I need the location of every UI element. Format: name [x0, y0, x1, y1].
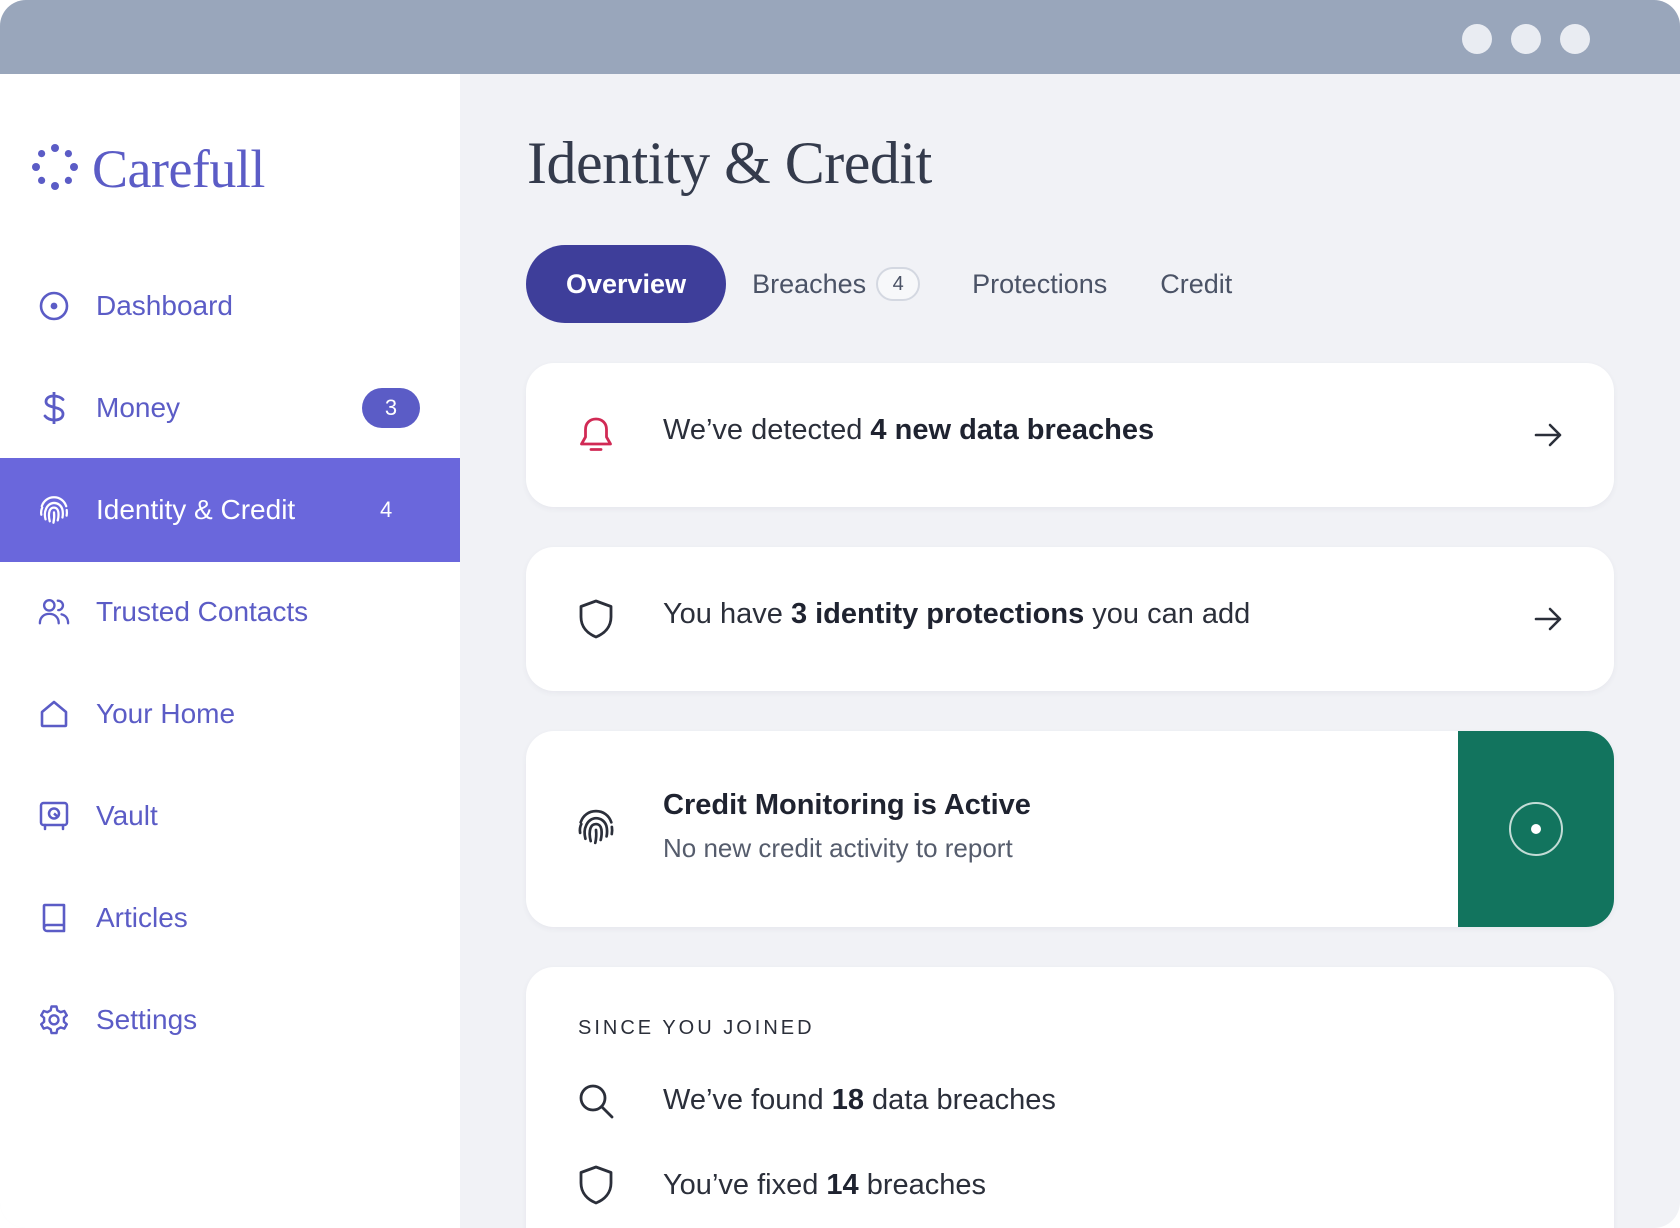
notification-count: 4 [380, 497, 393, 522]
credit-monitoring-card[interactable]: Credit Monitoring is Active No new credi… [526, 731, 1614, 927]
stat-text-prefix: You’ve fixed [663, 1169, 827, 1201]
list-item: You’ve fixed 14 breaches [526, 1161, 1614, 1211]
dollar-icon [38, 392, 70, 424]
shield-icon [576, 599, 616, 639]
tab-label: Protections [972, 268, 1108, 299]
tab-overview[interactable]: Overview [526, 245, 727, 323]
alert-text-suffix: you can add [1084, 598, 1251, 630]
book-icon [38, 902, 70, 934]
stat-text-suffix: breaches [858, 1169, 987, 1201]
tab-credit[interactable]: Credit [1160, 245, 1232, 323]
sidebar-item-label: Trusted Contacts [96, 596, 309, 627]
sidebar-item-label: Money [96, 392, 181, 423]
stat-number: 18 [831, 1084, 864, 1116]
section-label: SINCE YOU JOINED [578, 1017, 815, 1039]
notification-badge: 3 [362, 388, 420, 428]
carefull-logo-icon [32, 143, 78, 195]
window-control-dot[interactable] [1462, 24, 1492, 54]
protections-alert-text: You have 3 identity protections you can … [663, 598, 1250, 631]
stat-text: You’ve fixed 14 breaches [663, 1169, 986, 1202]
tab-protections[interactable]: Protections [972, 245, 1107, 323]
sidebar-item-label: Articles [96, 902, 188, 933]
stat-number: 14 [826, 1169, 859, 1201]
sidebar-item-your-home[interactable]: Your Home [0, 662, 460, 766]
window-titlebar [0, 0, 1680, 74]
home-icon [38, 698, 70, 730]
bell-icon [576, 415, 616, 455]
breach-alert-card[interactable]: We’ve detected 4 new data breaches [526, 363, 1614, 507]
app-window: Carefull Dashboard Money 3 Identity & Cr… [0, 0, 1680, 1228]
arrow-right-icon[interactable] [1532, 603, 1564, 635]
sidebar-item-money[interactable]: Money 3 [0, 356, 460, 460]
stat-text-prefix: We’ve found [663, 1084, 832, 1116]
shield-icon [576, 1165, 616, 1205]
alert-text-prefix: You have [663, 598, 791, 630]
vault-icon [38, 800, 70, 832]
sidebar-item-articles[interactable]: Articles [0, 866, 460, 970]
stat-text-suffix: data breaches [864, 1084, 1056, 1116]
tab-label: Overview [566, 268, 687, 299]
monitoring-title: Credit Monitoring is Active [663, 789, 1031, 821]
sidebar-item-label: Vault [96, 800, 158, 831]
tab-bar: Overview Breaches 4 Protections Credit [526, 245, 1232, 323]
fingerprint-icon [38, 494, 70, 526]
monitoring-status-panel [1458, 731, 1614, 927]
main-content: Identity & Credit Overview Breaches 4 Pr… [460, 74, 1680, 1228]
sidebar-item-label: Settings [96, 1004, 198, 1035]
sidebar-item-dashboard[interactable]: Dashboard [0, 254, 460, 358]
sidebar-item-identity-credit[interactable]: Identity & Credit 4 [0, 458, 460, 562]
tab-breaches[interactable]: Breaches 4 [752, 245, 921, 323]
status-active-icon [1508, 801, 1564, 857]
sidebar-item-trusted-contacts[interactable]: Trusted Contacts [0, 560, 460, 664]
alert-text-highlight: 4 new data breaches [870, 414, 1155, 446]
breach-alert-text: We’ve detected 4 new data breaches [663, 414, 1154, 447]
page-title: Identity & Credit [527, 130, 932, 196]
fingerprint-icon [576, 807, 616, 847]
sidebar-item-label: Your Home [96, 698, 236, 729]
tab-label: Credit [1160, 268, 1233, 299]
sidebar-item-settings[interactable]: Settings [0, 968, 460, 1072]
sidebar: Carefull Dashboard Money 3 Identity & Cr… [0, 74, 460, 1228]
monitoring-subtitle: No new credit activity to report [663, 833, 1013, 863]
list-item: We’ve found 18 data breaches [526, 1076, 1614, 1126]
search-icon [576, 1081, 616, 1121]
brand-logo[interactable]: Carefull [32, 134, 265, 204]
arrow-right-icon[interactable] [1532, 419, 1564, 451]
contacts-icon [38, 596, 70, 628]
since-joined-card: SINCE YOU JOINED We’ve found 18 data bre… [526, 967, 1614, 1228]
gear-icon [38, 1004, 70, 1036]
sidebar-item-label: Identity & Credit [96, 494, 296, 525]
dashboard-icon [38, 290, 70, 322]
window-control-dot[interactable] [1560, 24, 1590, 54]
tab-label: Breaches [752, 268, 867, 299]
sidebar-item-label: Dashboard [96, 290, 233, 321]
window-control-dot[interactable] [1511, 24, 1541, 54]
alert-text-highlight: 3 identity protections [790, 598, 1085, 630]
breaches-count-badge: 4 [876, 267, 921, 301]
sidebar-item-vault[interactable]: Vault [0, 764, 460, 868]
stat-text: We’ve found 18 data breaches [663, 1084, 1056, 1117]
brand-name: Carefull [92, 139, 265, 199]
alert-text-prefix: We’ve detected [663, 414, 871, 446]
protections-alert-card[interactable]: You have 3 identity protections you can … [526, 547, 1614, 691]
